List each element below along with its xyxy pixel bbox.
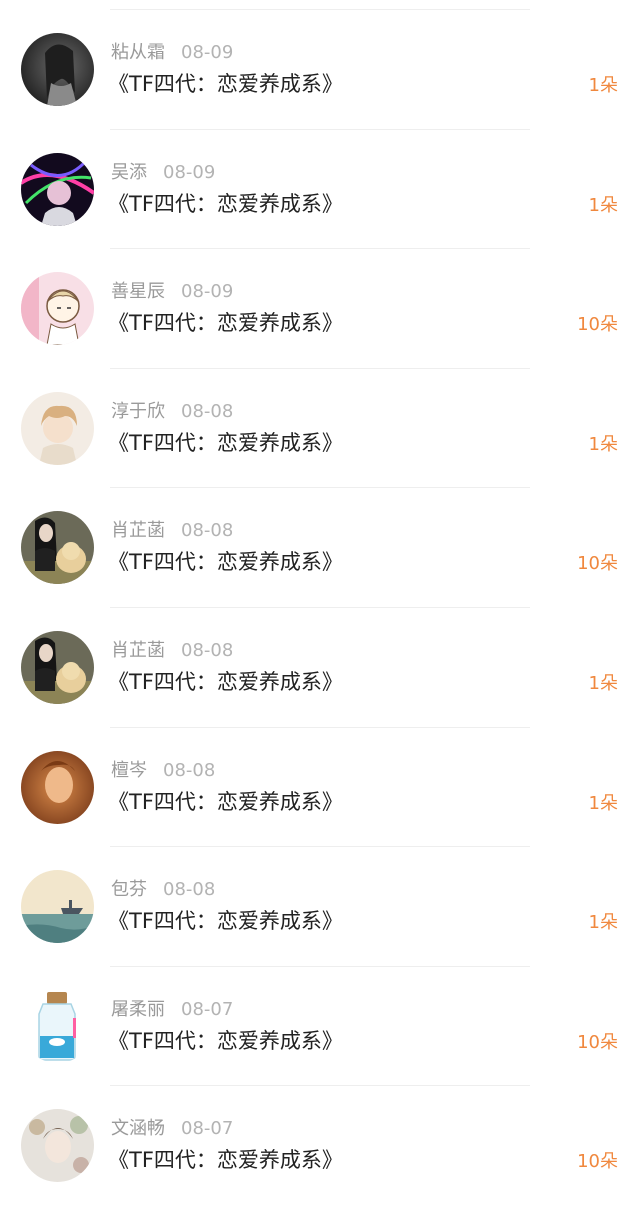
book-title[interactable]: 《TF四代：恋爱养成系》 (108, 1028, 343, 1054)
user-meta: 肖芷菡 08-08 (111, 640, 233, 662)
user-name[interactable]: 粘从霜 (111, 42, 165, 63)
avatar[interactable] (21, 750, 94, 824)
gift-date: 08-07 (181, 1118, 234, 1140)
flower-amount: 1朵 (588, 75, 618, 96)
list-item[interactable]: 肖芷菡 08-08 《TF四代：恋爱养成系》 10朵 (0, 488, 640, 608)
book-title[interactable]: 《TF四代：恋爱养成系》 (108, 310, 343, 336)
whale-bottle-avatar-image (21, 989, 94, 1063)
flower-amount: 10朵 (577, 314, 618, 336)
book-title[interactable]: 《TF四代：恋爱养成系》 (108, 789, 343, 815)
gift-date: 08-08 (181, 400, 234, 422)
gift-date: 08-09 (181, 281, 234, 303)
user-meta: 檀岑 08-08 (111, 760, 215, 782)
gift-date: 08-09 (181, 42, 234, 63)
avatar[interactable] (21, 630, 94, 704)
dark-portrait-avatar-image (21, 33, 94, 106)
gift-date: 08-08 (163, 759, 216, 781)
user-name[interactable]: 包芬 (111, 879, 147, 900)
anime-boy-avatar-image (21, 391, 94, 465)
list-item[interactable]: 屠柔丽 08-07 《TF四代：恋爱养成系》 10朵 (0, 967, 640, 1087)
list-item[interactable]: 文涵畅 08-07 《TF四代：恋爱养成系》 10朵 (0, 1086, 640, 1206)
gift-date: 08-08 (163, 879, 216, 901)
book-title[interactable]: 《TF四代：恋爱养成系》 (108, 549, 343, 575)
user-name[interactable]: 善星辰 (111, 281, 165, 302)
flower-amount: 1朵 (588, 792, 618, 814)
gift-date: 08-08 (181, 520, 234, 542)
gift-list: 粘从霜 08-09 《TF四代：恋爱养成系》 1朵 吴添 08-09 《TF四代：恋… (0, 10, 640, 1206)
avatar[interactable] (21, 1109, 94, 1183)
flower-amount: 1朵 (588, 912, 618, 934)
user-name[interactable]: 肖芷菡 (111, 520, 165, 541)
list-item[interactable]: 淳于欣 08-08 《TF四代：恋爱养成系》 1朵 (0, 369, 640, 489)
warm-portrait-avatar-image (21, 750, 94, 824)
book-title[interactable]: 《TF四代：恋爱养成系》 (108, 908, 343, 934)
sea-ship-avatar-image (21, 870, 94, 944)
gift-date: 08-08 (181, 639, 234, 661)
list-item[interactable]: 包芬 08-08 《TF四代：恋爱养成系》 1朵 (0, 847, 640, 967)
user-meta: 包芬 08-08 (111, 879, 215, 901)
list-item[interactable]: 粘从霜 08-09 《TF四代：恋爱养成系》 1朵 (0, 10, 640, 130)
avatar[interactable] (21, 391, 94, 465)
user-name[interactable]: 吴添 (111, 162, 147, 183)
user-meta: 文涵畅 08-07 (111, 1118, 233, 1140)
user-meta: 屠柔丽 08-07 (111, 999, 233, 1021)
cartoon-girl-avatar-image (21, 272, 94, 346)
flower-amount: 10朵 (577, 1151, 618, 1173)
book-title[interactable]: 《TF四代：恋爱养成系》 (108, 71, 343, 97)
flower-amount: 10朵 (577, 1031, 618, 1053)
user-meta: 粘从霜 08-09 (111, 42, 233, 64)
user-meta: 淳于欣 08-08 (111, 401, 233, 423)
avatar[interactable] (21, 511, 94, 585)
book-title[interactable]: 《TF四代：恋爱养成系》 (108, 430, 343, 456)
book-title[interactable]: 《TF四代：恋爱养成系》 (108, 669, 343, 695)
avatar[interactable] (21, 152, 94, 226)
book-title[interactable]: 《TF四代：恋爱养成系》 (108, 1147, 343, 1173)
user-name[interactable]: 檀岑 (111, 760, 147, 781)
list-item[interactable]: 吴添 08-09 《TF四代：恋爱养成系》 1朵 (0, 130, 640, 250)
avatar[interactable] (21, 33, 94, 106)
book-title[interactable]: 《TF四代：恋爱养成系》 (108, 191, 343, 217)
list-item[interactable]: 檀岑 08-08 《TF四代：恋爱养成系》 1朵 (0, 728, 640, 848)
flower-amount: 1朵 (588, 194, 618, 216)
user-name[interactable]: 肖芷菡 (111, 640, 165, 661)
neon-light-avatar-image (21, 152, 94, 226)
user-name[interactable]: 文涵畅 (111, 1118, 165, 1139)
girl-with-dog-avatar-image (21, 630, 94, 704)
user-name[interactable]: 屠柔丽 (111, 999, 165, 1020)
list-item[interactable]: 肖芷菡 08-08 《TF四代：恋爱养成系》 1朵 (0, 608, 640, 728)
avatar[interactable] (21, 870, 94, 944)
list-item[interactable]: 善星辰 08-09 《TF四代：恋爱养成系》 10朵 (0, 249, 640, 369)
user-meta: 善星辰 08-09 (111, 281, 233, 303)
avatar[interactable] (21, 272, 94, 346)
flower-amount: 1朵 (588, 433, 618, 455)
gift-date: 08-09 (163, 161, 216, 183)
girl-with-dog-avatar-image (21, 511, 94, 585)
flower-amount: 1朵 (588, 672, 618, 694)
gift-date: 08-07 (181, 998, 234, 1020)
avatar[interactable] (21, 989, 94, 1063)
flower-girl-avatar-image (21, 1109, 94, 1183)
flower-amount: 10朵 (577, 553, 618, 575)
user-meta: 肖芷菡 08-08 (111, 520, 233, 542)
user-meta: 吴添 08-09 (111, 162, 215, 184)
user-name[interactable]: 淳于欣 (111, 401, 165, 422)
